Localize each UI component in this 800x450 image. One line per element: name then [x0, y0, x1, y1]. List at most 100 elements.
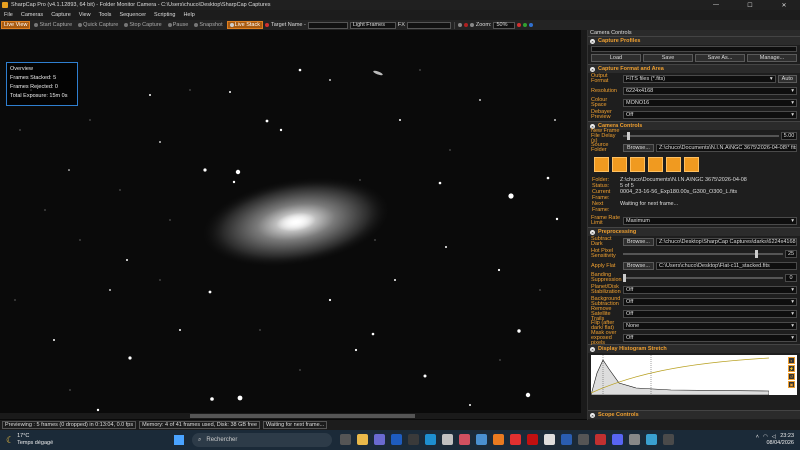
menu-capture[interactable]: Capture: [47, 12, 75, 18]
load-button[interactable]: Load: [591, 54, 641, 62]
rotate-icon[interactable]: [517, 23, 522, 27]
pause-button[interactable]: Pause: [166, 21, 191, 29]
app-icon[interactable]: [510, 434, 521, 445]
magnifier-icon[interactable]: [529, 23, 534, 27]
app-icon[interactable]: [442, 434, 453, 445]
menu-view[interactable]: View: [75, 12, 95, 18]
flat-browse-button[interactable]: Browse...: [623, 262, 654, 270]
fast-forward-icon[interactable]: [684, 157, 699, 172]
background-subtraction-select[interactable]: Off ▾: [623, 298, 797, 306]
pause-icon[interactable]: [630, 157, 645, 172]
menu-file[interactable]: File: [0, 12, 17, 18]
edge-icon[interactable]: [425, 434, 436, 445]
app-icon[interactable]: [595, 434, 606, 445]
fx-select[interactable]: [406, 21, 451, 29]
debayer-select[interactable]: Off ▾: [623, 111, 797, 119]
stop-capture-button[interactable]: Stop Capture: [122, 21, 163, 29]
new-frame-delay-slider[interactable]: [623, 132, 779, 140]
hot-pixel-value[interactable]: 25: [785, 250, 797, 258]
capture-format-header[interactable]: × Capture Format and Area: [588, 64, 800, 73]
step-back-icon[interactable]: [612, 157, 627, 172]
start-capture-button[interactable]: Start Capture: [32, 21, 74, 29]
source-folder-path[interactable]: Z:\chuco\Documents\N.I.N.A\NGC 3675\2026…: [655, 144, 797, 152]
banding-value[interactable]: 0: [785, 274, 797, 282]
plus-icon[interactable]: [523, 23, 528, 27]
new-frame-delay-value[interactable]: 5.00: [781, 132, 797, 140]
flip-select[interactable]: None ▾: [623, 322, 797, 330]
flat-path[interactable]: C:\Users\chuco\Desktop\Flat-c11_stacked.…: [655, 262, 797, 270]
settings-icon[interactable]: [578, 434, 589, 445]
capture-profiles-header[interactable]: × Capture Profiles: [588, 36, 800, 45]
play-icon[interactable]: [666, 157, 681, 172]
app-icon[interactable]: [629, 434, 640, 445]
app-icon[interactable]: [408, 434, 419, 445]
satellite-trails-select[interactable]: Off ▾: [623, 310, 797, 318]
refresh-icon[interactable]: [648, 157, 663, 172]
taskbar-clock[interactable]: 23:23 08/04/2026: [766, 433, 794, 447]
image-viewer[interactable]: Overview Frames Stacked: 5 Frames Reject…: [0, 30, 587, 420]
slider-knob[interactable]: [627, 132, 630, 140]
save-button[interactable]: Save: [643, 54, 693, 62]
scroll-thumb[interactable]: [190, 414, 415, 418]
mask-select[interactable]: Off ▾: [623, 334, 797, 342]
slider-knob[interactable]: [755, 250, 758, 258]
netflix-icon[interactable]: [527, 434, 538, 445]
preprocessing-header[interactable]: × Preprocessing: [588, 227, 800, 236]
menu-help[interactable]: Help: [179, 12, 198, 18]
live-stack-button[interactable]: Live Stack: [226, 21, 263, 29]
app-icon[interactable]: [476, 434, 487, 445]
discord-icon[interactable]: [612, 434, 623, 445]
windows-start-icon[interactable]: [174, 435, 184, 445]
task-view-icon[interactable]: [340, 434, 351, 445]
menu-scripting[interactable]: Scripting: [150, 12, 179, 18]
menu-cameras[interactable]: Cameras: [17, 12, 47, 18]
viewer-horizontal-scrollbar[interactable]: [0, 413, 587, 419]
planet-stabilization-select[interactable]: Off ▾: [623, 286, 797, 294]
frame-rate-select[interactable]: Maximum ▾: [623, 217, 797, 225]
output-format-select[interactable]: FITS files (*.fits) ▾: [623, 75, 776, 83]
save-icon[interactable]: ▣: [788, 381, 795, 388]
maximize-button[interactable]: ☐: [738, 0, 762, 10]
histogram-header[interactable]: × Display Histogram Stretch: [588, 344, 800, 353]
frame-type-select[interactable]: Light Frames: [349, 21, 396, 29]
source-browse-button[interactable]: Browse...: [623, 144, 654, 152]
scope-controls-header[interactable]: × Scope Controls: [588, 410, 800, 419]
quick-capture-button[interactable]: Quick Capture: [76, 21, 120, 29]
firefox-icon[interactable]: [493, 434, 504, 445]
grid-icon[interactable]: [457, 23, 462, 27]
photoshop-icon[interactable]: [391, 434, 402, 445]
app-icon[interactable]: [561, 434, 572, 445]
weather-widget[interactable]: ☾ 17°C Temps dégagé: [0, 433, 120, 447]
profile-select[interactable]: [591, 45, 797, 52]
banding-slider[interactable]: [623, 274, 783, 282]
minimize-button[interactable]: —: [704, 0, 728, 10]
live-view-button[interactable]: Live View: [1, 21, 31, 29]
save-as-button[interactable]: Save As...: [695, 54, 745, 62]
hot-pixel-slider[interactable]: [623, 250, 783, 258]
app-icon[interactable]: [374, 434, 385, 445]
zoom-select[interactable]: 50%: [493, 21, 516, 29]
target-name-input[interactable]: [307, 21, 348, 29]
reset-icon[interactable]: ↺: [788, 373, 795, 380]
file-explorer-icon[interactable]: [357, 434, 368, 445]
chevron-up-icon[interactable]: ˄: [756, 434, 759, 440]
histogram-chart[interactable]: ◐ ⚡ ↺ ▣: [590, 355, 797, 396]
taskbar-search[interactable]: ⌕ Rechercher: [192, 433, 332, 447]
menu-sequencer[interactable]: Sequencer: [115, 12, 150, 18]
crosshair-icon[interactable]: [463, 23, 468, 27]
app-icon[interactable]: [459, 434, 470, 445]
colour-space-select[interactable]: MONO16 ▾: [623, 99, 797, 107]
app-icon[interactable]: [544, 434, 555, 445]
resolution-select[interactable]: 6224x4168 ▾: [623, 87, 797, 95]
close-button[interactable]: ✕: [772, 0, 796, 10]
auto-button[interactable]: Auto: [777, 75, 797, 83]
auto-stretch-icon[interactable]: ◐: [788, 357, 795, 364]
dark-browse-button[interactable]: Browse...: [623, 238, 654, 246]
menu-tools[interactable]: Tools: [95, 12, 116, 18]
dark-path[interactable]: Z:\chuco\Desktop\SharpCap Captures\darks…: [655, 238, 797, 246]
rewind-icon[interactable]: [594, 157, 609, 172]
manage-button[interactable]: Manage...: [747, 54, 797, 62]
app-icon[interactable]: [646, 434, 657, 445]
slider-knob[interactable]: [623, 274, 626, 282]
app-icon[interactable]: [663, 434, 674, 445]
